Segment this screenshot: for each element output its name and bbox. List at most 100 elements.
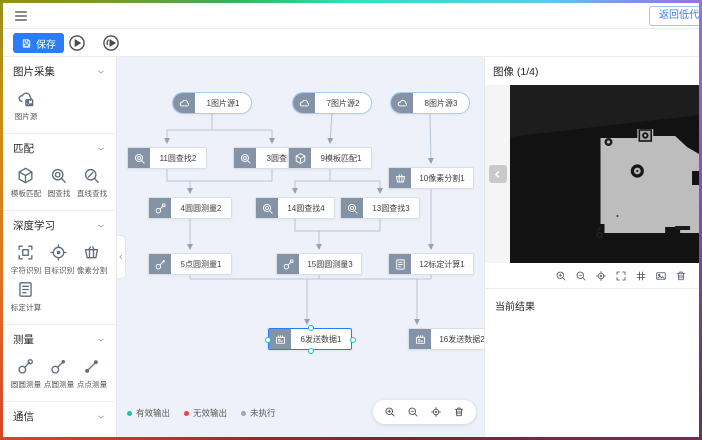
back-to-lowcode-button[interactable]: 返回低代 <box>649 6 699 26</box>
legend-label: 未执行 <box>250 407 276 419</box>
tool-item-measure-pp[interactable]: 点点测量 <box>75 357 108 390</box>
flow-node-device[interactable]: 6发送数据1 <box>268 328 352 350</box>
hamburger-menu-icon[interactable] <box>13 8 29 24</box>
save-button-label: 保存 <box>36 36 56 51</box>
section-header[interactable]: 通信 <box>3 402 116 430</box>
line-find-icon <box>82 166 101 185</box>
sidebar-collapse-handle[interactable] <box>117 235 126 279</box>
tool-item-label: 图片源 <box>14 111 37 121</box>
measure-pc-icon-box <box>149 254 171 274</box>
cube-icon-box <box>289 148 311 168</box>
tool-item-label: 圆圆测量 <box>10 379 40 389</box>
tool-item-segment[interactable]: 像素分割 <box>75 243 108 276</box>
segment-icon-box <box>389 168 411 188</box>
current-results-title: 当前结果 <box>485 289 699 322</box>
measure-cc-icon-box <box>277 254 299 274</box>
node-connect-handle[interactable] <box>308 325 314 331</box>
section-items: 圆圆测量点圆测量点点测量 <box>3 353 116 401</box>
cloud-image-icon <box>16 89 35 108</box>
tool-item-device[interactable]: 发送数据 <box>9 434 42 437</box>
section-header[interactable]: 匹配 <box>3 134 116 162</box>
fullscreen-icon[interactable] <box>615 270 627 282</box>
image-panel: 图像 (1/4) <box>484 57 699 437</box>
section-title: 通信 <box>13 409 34 424</box>
chevron-down-icon <box>96 221 106 231</box>
flow-node-cloud[interactable]: 8图片源3 <box>390 92 470 114</box>
flow-node-circle-find[interactable]: 13圆查找3 <box>340 197 420 219</box>
chevron-down-icon <box>96 67 106 77</box>
tool-item-label: 字符识别 <box>10 265 40 275</box>
tools-sidebar: 图片采集图片源匹配模板匹配圆查找直线查找深度学习字符识别目标识别像素分割标定计算… <box>3 57 117 437</box>
device-icon-box <box>409 329 431 349</box>
node-label: 13圆查找3 <box>363 198 419 218</box>
node-connect-handle[interactable] <box>265 337 271 343</box>
section-header[interactable]: 图片采集 <box>3 57 116 85</box>
flow-canvas[interactable]: 1图片源17图片源28图片源311圆查找23圆查找19模板匹配110像素分割14… <box>117 57 484 437</box>
flow-node-measure-cc[interactable]: 4圆圆测量2 <box>148 197 232 219</box>
tool-item-measure-pc[interactable]: 点圆测量 <box>42 357 75 390</box>
flow-node-circle-find[interactable]: 14圆查找4 <box>255 197 335 219</box>
tool-item-target[interactable]: 目标识别 <box>42 243 75 276</box>
tool-item-circle-find[interactable]: 圆查找 <box>42 166 75 199</box>
flow-node-calib[interactable]: 12标定计算1 <box>388 253 474 275</box>
node-connect-handle[interactable] <box>350 337 356 343</box>
tool-item-label: 直线查找 <box>76 188 106 198</box>
tool-item-cube[interactable]: 模板匹配 <box>9 166 42 199</box>
node-label: 8图片源3 <box>413 93 469 113</box>
flow-node-measure-cc[interactable]: 15圆圆测量3 <box>276 253 362 275</box>
measure-pc-icon <box>154 258 167 271</box>
cloud-icon-box <box>293 93 315 113</box>
save-icon <box>21 38 32 49</box>
grid-icon[interactable] <box>635 270 647 282</box>
cloud-icon <box>298 97 311 110</box>
tool-item-calib[interactable]: 标定计算 <box>9 280 42 313</box>
zoom-out-icon[interactable] <box>407 406 419 418</box>
node-connect-handle[interactable] <box>308 348 314 354</box>
node-label: 16发送数据2 <box>431 329 484 349</box>
run-loop-button[interactable] <box>101 33 121 53</box>
run-once-button[interactable] <box>67 33 87 53</box>
sidebar-section-1: 匹配模板匹配圆查找直线查找 <box>3 134 116 211</box>
device-icon <box>274 333 287 346</box>
section-title: 测量 <box>13 332 34 347</box>
prev-image-button[interactable] <box>489 165 507 183</box>
trash-icon[interactable] <box>675 270 687 282</box>
locate-icon[interactable] <box>430 406 442 418</box>
cloud-icon-box <box>173 93 195 113</box>
flow-node-measure-pc[interactable]: 5点圆测量1 <box>148 253 232 275</box>
flow-node-cloud[interactable]: 1图片源1 <box>172 92 252 114</box>
zoom-out-icon[interactable] <box>575 270 587 282</box>
legend-dot <box>127 411 132 416</box>
flow-node-circle-find[interactable]: 11圆查找2 <box>127 147 207 169</box>
flow-node-device[interactable]: 16发送数据2 <box>408 328 484 350</box>
circle-find-icon-box <box>341 198 363 218</box>
top-bar: 返回低代 <box>3 3 699 29</box>
section-header[interactable]: 深度学习 <box>3 211 116 239</box>
zoom-in-icon[interactable] <box>384 406 396 418</box>
captured-image[interactable] <box>510 85 699 263</box>
tool-item-line-find[interactable]: 直线查找 <box>75 166 108 199</box>
vision-flow-app: 返回低代 保存 图片采集图片源匹配模板匹配圆查找直线查找深度学习字符识别目标识别… <box>3 3 699 437</box>
frame-icon[interactable] <box>655 270 667 282</box>
tool-item-label: 标定计算 <box>10 302 40 312</box>
legend-dot <box>241 411 246 416</box>
flow-node-cloud[interactable]: 7图片源2 <box>292 92 372 114</box>
tool-item-measure-cc[interactable]: 圆圆测量 <box>9 357 42 390</box>
flow-node-cube[interactable]: 9模板匹配1 <box>288 147 372 169</box>
chevron-left-icon <box>117 253 125 261</box>
cube-icon <box>294 152 307 165</box>
node-label: 9模板匹配1 <box>311 148 371 168</box>
zoom-in-icon[interactable] <box>555 270 567 282</box>
tool-item-ocr[interactable]: 字符识别 <box>9 243 42 276</box>
node-label: 6发送数据1 <box>291 329 351 349</box>
locate-icon[interactable] <box>595 270 607 282</box>
section-items: 字符识别目标识别像素分割标定计算 <box>3 239 116 324</box>
flow-node-segment[interactable]: 10像素分割1 <box>388 167 474 189</box>
node-label: 4圆圆测量2 <box>171 198 231 218</box>
save-button[interactable]: 保存 <box>13 33 64 53</box>
image-nav-strip <box>485 85 510 263</box>
tool-item-cloud-image[interactable]: 图片源 <box>9 89 42 122</box>
trash-icon[interactable] <box>453 406 465 418</box>
section-header[interactable]: 测量 <box>3 325 116 353</box>
canvas-zoom-toolbar <box>373 400 476 424</box>
